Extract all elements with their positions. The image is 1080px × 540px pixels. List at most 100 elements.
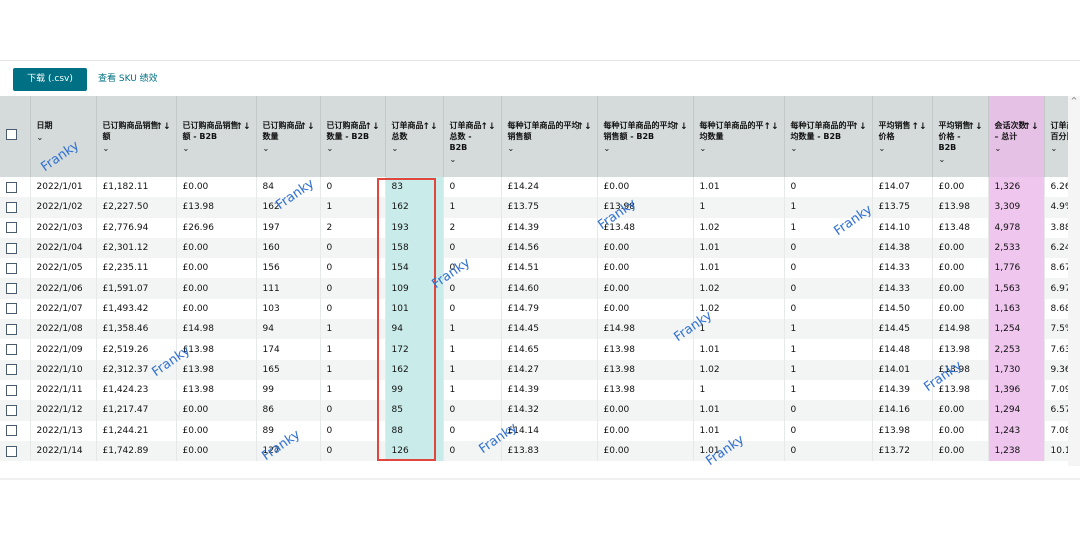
column-header[interactable]: 会话次数 – 总计 ↑↓ ⌄ — [987, 96, 1044, 177]
scroll-up-icon[interactable]: ^ — [1068, 96, 1080, 108]
table-cell: 174 — [255, 339, 320, 360]
column-header[interactable]: 订单商品总数 ↑↓ ⌄ — [384, 96, 443, 177]
table-cell: 83 — [384, 177, 443, 198]
sort-icon[interactable]: ↑↓ — [480, 122, 495, 133]
row-checkbox[interactable] — [6, 283, 17, 295]
sort-icon[interactable]: ↑↓ — [911, 122, 926, 133]
table-row[interactable]: 2022/1/13 £1,244.21 £0.00 89 0 88 0 £14.14 £0.00… — [0, 420, 1080, 441]
table-cell: 2,533 — [987, 237, 1044, 259]
table-cell: 193 — [384, 217, 443, 238]
chevron-down-icon[interactable]: ⌄ — [700, 143, 779, 154]
sort-icon[interactable]: ↑↓ — [672, 122, 687, 133]
sort-icon[interactable]: ↑↓ — [967, 122, 982, 133]
column-header[interactable]: 平均销售价格 - B2B ↑↓ ⌄ — [931, 96, 988, 177]
table-row[interactable]: 2022/1/09 £2,519.26 £13.98 174 1 172 1 £14.65 £1… — [0, 339, 1080, 360]
table-cell: 1.01 — [692, 339, 784, 360]
chevron-down-icon[interactable]: ⌄ — [508, 143, 592, 154]
table-cell: 111 — [255, 278, 320, 299]
column-header[interactable]: 已订购商品数量 ↑↓ ⌄ — [255, 96, 320, 177]
table-row[interactable]: 2022/1/03 £2,776.94 £26.96 197 2 193 2 £14.39 £1… — [0, 217, 1080, 238]
table-cell: £14.10 — [871, 217, 932, 238]
column-header[interactable]: 订单商品总数 - B2B ↑↓ ⌄ — [442, 96, 501, 177]
table-row[interactable]: 2022/1/07 £1,493.42 £0.00 103 0 101 0 £14.79 £0.… — [0, 298, 1080, 320]
table-row[interactable]: 2022/1/12 £1,217.47 £0.00 86 0 85 0 £14.32 £0.00… — [0, 400, 1080, 421]
row-checkbox[interactable] — [6, 262, 17, 274]
table-row[interactable]: 2022/1/01 £1,182.11 £0.00 84 0 83 0 £14.24 £0.00… — [0, 177, 1080, 198]
column-header[interactable]: 平均销售价格 ↑↓ ⌄ — [871, 96, 932, 177]
sort-icon[interactable]: ↑↓ — [1023, 122, 1038, 133]
row-select-cell — [0, 237, 30, 259]
sort-icon[interactable]: ↑↓ — [299, 122, 314, 133]
row-checkbox[interactable] — [6, 404, 17, 416]
chevron-down-icon[interactable]: ⌄ — [183, 143, 251, 154]
chevron-down-icon[interactable]: ⌄ — [939, 154, 983, 165]
row-checkbox[interactable] — [6, 303, 17, 315]
sort-icon[interactable]: ↑↓ — [235, 122, 250, 133]
table-cell: £0.00 — [931, 177, 988, 198]
column-header[interactable]: 日期 ⌄ — [29, 96, 96, 177]
row-checkbox[interactable] — [6, 222, 17, 234]
select-all-checkbox[interactable] — [6, 129, 17, 140]
table-cell: £0.00 — [175, 237, 256, 259]
row-checkbox[interactable] — [6, 201, 17, 213]
chevron-down-icon[interactable]: ⌄ — [995, 143, 1039, 154]
row-checkbox[interactable] — [6, 242, 17, 254]
table-row[interactable]: 2022/1/02 £2,227.50 £13.98 162 1 162 1 £13.75 £1… — [0, 197, 1080, 218]
table-cell: 0 — [319, 278, 385, 299]
row-select-cell — [0, 440, 30, 462]
row-checkbox[interactable] — [6, 425, 17, 437]
table-cell: 1 — [783, 197, 872, 218]
table-row[interactable]: 2022/1/06 £1,591.07 £0.00 111 0 109 0 £14.60 £0.… — [0, 278, 1080, 299]
sort-icon[interactable]: ↑↓ — [364, 122, 379, 133]
row-select-cell — [0, 359, 30, 380]
table-row[interactable]: 2022/1/14 £1,742.89 £0.00 127 0 126 0 £13.83 £0.… — [0, 440, 1080, 462]
chevron-down-icon[interactable]: ⌄ — [791, 143, 867, 154]
column-header[interactable]: 已订购商品销售额 - B2B ↑↓ ⌄ — [175, 96, 256, 177]
column-header[interactable]: 每种订单商品的平均数量 - B2B ↑↓ ⌄ — [783, 96, 872, 177]
table-cell: £14.27 — [500, 359, 597, 380]
sort-icon[interactable]: ↑↓ — [576, 122, 591, 133]
chevron-down-icon[interactable]: ⌄ — [327, 143, 380, 154]
table-cell: 2022/1/02 — [29, 197, 96, 218]
chevron-down-icon[interactable]: ⌄ — [604, 143, 688, 154]
table-row[interactable]: 2022/1/04 £2,301.12 £0.00 160 0 158 0 £14.56 £0.… — [0, 237, 1080, 259]
table-row[interactable]: 2022/1/10 £2,312.37 £13.98 165 1 162 1 £14.27 £1… — [0, 359, 1080, 380]
vertical-scrollbar[interactable] — [1068, 96, 1080, 466]
table-cell: £1,742.89 — [95, 440, 176, 462]
sort-icon[interactable]: ↑↓ — [851, 122, 866, 133]
table-cell: 165 — [255, 359, 320, 380]
download-csv-button[interactable]: 下载 (.csv) — [13, 68, 87, 91]
table-cell: 156 — [255, 258, 320, 279]
table-cell: £0.00 — [931, 400, 988, 421]
table-row[interactable]: 2022/1/05 £2,235.11 £0.00 156 0 154 0 £14.51 £0.… — [0, 258, 1080, 279]
column-header[interactable]: 已订购商品销售额 ↑↓ ⌄ — [95, 96, 176, 177]
chevron-down-icon[interactable]: ⌄ — [103, 143, 171, 154]
column-header[interactable]: 每种订单商品的平均销售额 - B2B ↑↓ ⌄ — [596, 96, 693, 177]
row-checkbox[interactable] — [6, 344, 17, 356]
table-cell: 94 — [384, 319, 443, 340]
sort-icon[interactable]: ↑↓ — [422, 122, 437, 133]
row-checkbox[interactable] — [6, 384, 17, 396]
chevron-down-icon[interactable]: ⌄ — [263, 143, 315, 154]
row-checkbox[interactable] — [6, 364, 17, 376]
chevron-down-icon[interactable]: ⌄ — [450, 154, 496, 165]
chevron-down-icon[interactable]: ⌄ — [879, 143, 927, 154]
table-cell: 1,294 — [987, 400, 1044, 421]
column-header[interactable]: 已订购商品数量 - B2B ↑↓ ⌄ — [319, 96, 385, 177]
sort-icon[interactable]: ↑↓ — [155, 122, 170, 133]
select-all-header — [0, 96, 30, 177]
chevron-down-icon[interactable]: ⌄ — [392, 143, 438, 154]
table-row[interactable]: 2022/1/08 £1,358.46 £14.98 94 1 94 1 £14.45 £14.… — [0, 319, 1080, 340]
view-sku-performance-link[interactable]: 查看 SKU 绩效 — [98, 68, 158, 91]
row-checkbox[interactable] — [6, 323, 17, 335]
sort-icon[interactable]: ↑↓ — [763, 122, 778, 133]
row-checkbox[interactable] — [6, 445, 17, 457]
chevron-down-icon[interactable]: ⌄ — [37, 132, 91, 143]
column-header[interactable]: 每种订单商品的平均销售额 ↑↓ ⌄ — [500, 96, 597, 177]
row-checkbox[interactable] — [6, 181, 17, 193]
table-cell: 1 — [442, 359, 501, 380]
table-row[interactable]: 2022/1/11 £1,424.23 £13.98 99 1 99 1 £14.39 £13.… — [0, 379, 1080, 401]
table-cell: £14.98 — [596, 319, 693, 340]
table-cell: £0.00 — [931, 278, 988, 299]
column-header[interactable]: 每种订单商品的平均数量 ↑↓ ⌄ — [692, 96, 784, 177]
